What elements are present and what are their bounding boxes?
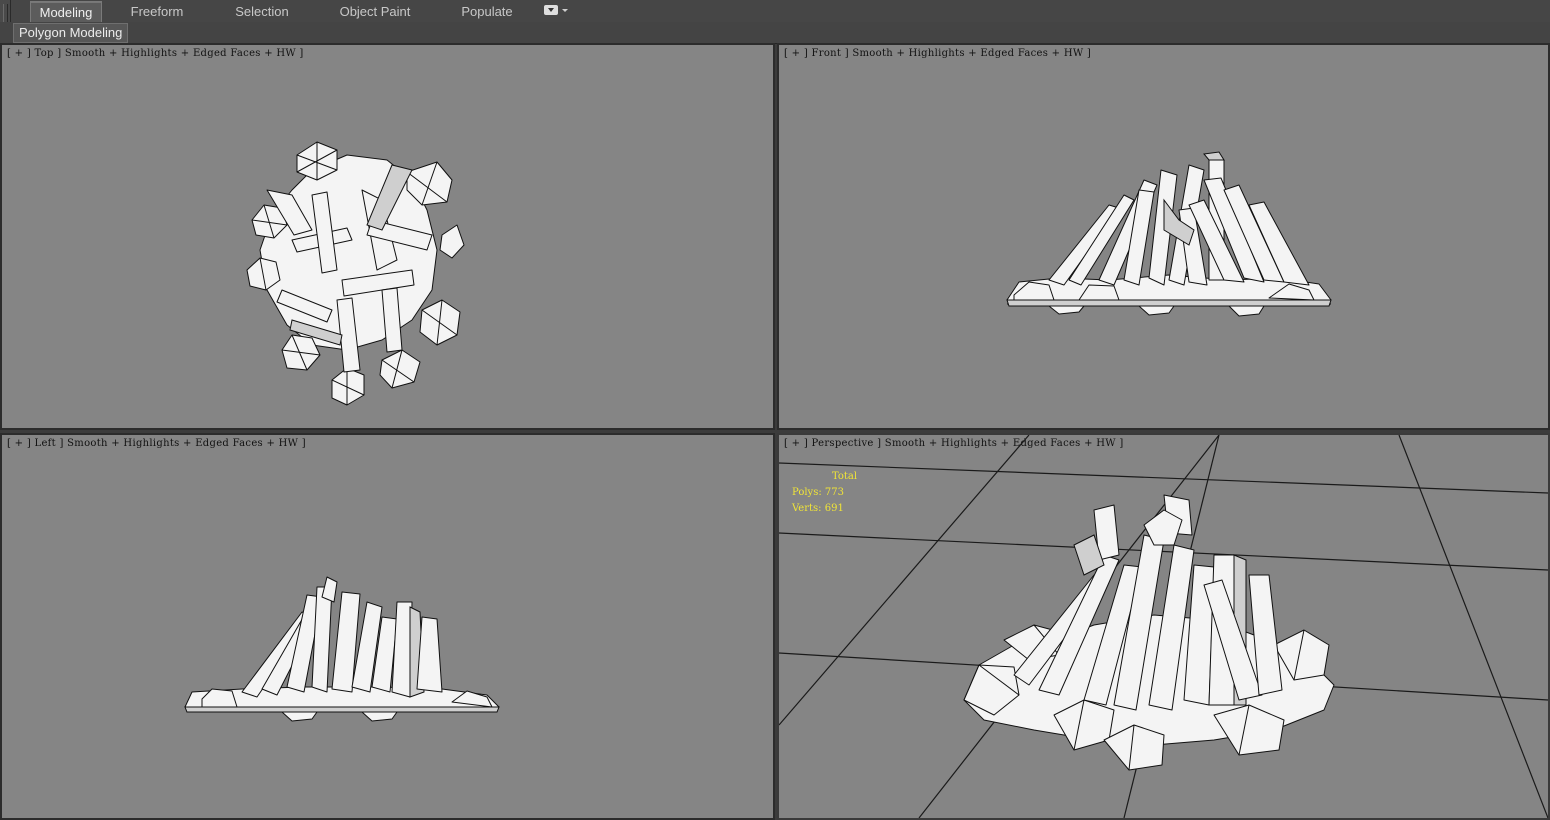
tab-modeling[interactable]: Modeling <box>30 1 102 23</box>
tab-freeform[interactable]: Freeform <box>120 1 194 21</box>
ribbon-panel-bar: Polygon Modeling <box>0 22 1550 44</box>
chevron-down-icon <box>562 9 568 12</box>
viewport-perspective[interactable]: [ + ] Perspective ] Smooth + Highlights … <box>777 433 1550 820</box>
viewport-left[interactable]: [ + ] Left ] Smooth + Highlights + Edged… <box>0 433 775 820</box>
viewport-top[interactable]: [ + ] Top ] Smooth + Highlights + Edged … <box>0 43 775 430</box>
viewport-front[interactable]: [ + ] Front ] Smooth + Highlights + Edge… <box>777 43 1550 430</box>
rock-mesh-front-view <box>1006 151 1332 317</box>
ribbon-options-dropdown[interactable] <box>544 4 570 18</box>
rock-mesh-left-view <box>184 576 500 722</box>
ribbon-tab-bar: Modeling Freeform Selection Object Paint… <box>0 0 1550 23</box>
ribbon-menu-icon <box>544 5 558 15</box>
tab-populate[interactable]: Populate <box>452 1 522 21</box>
panel-polygon-modeling[interactable]: Polygon Modeling <box>13 23 129 43</box>
rock-mesh-top-view <box>246 141 465 406</box>
tab-selection[interactable]: Selection <box>224 1 300 21</box>
rock-mesh-perspective-view <box>779 435 1548 818</box>
tab-object-paint[interactable]: Object Paint <box>330 1 420 21</box>
